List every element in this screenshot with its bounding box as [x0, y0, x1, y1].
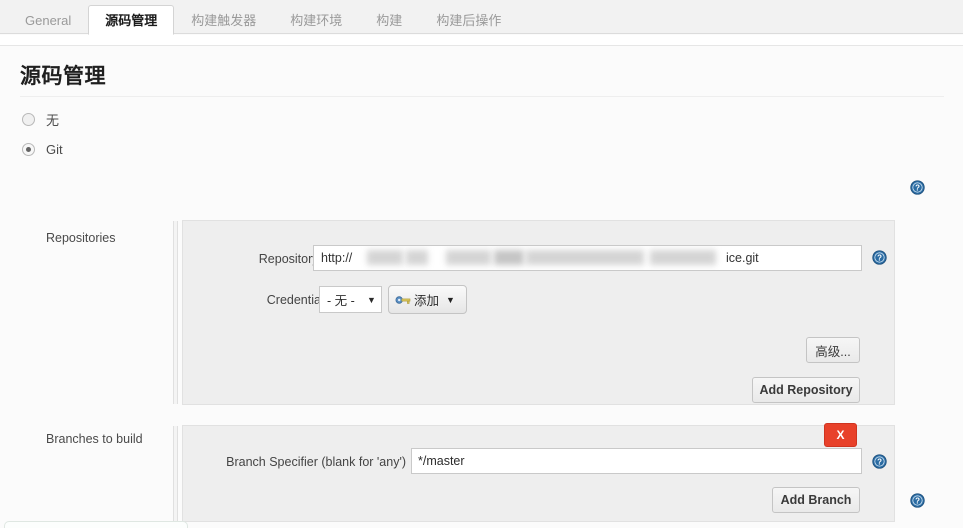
repositories-panel-rail	[173, 221, 178, 404]
redaction-blob	[494, 250, 524, 265]
redaction-blob	[650, 250, 716, 265]
bottom-partial-panel	[4, 521, 188, 528]
chevron-down-icon: ▼	[446, 294, 455, 305]
redaction-blob	[526, 250, 644, 265]
repository-url-input[interactable]: http:// ice.git	[313, 245, 862, 271]
chevron-down-icon: ▼	[367, 294, 376, 305]
page-title: 源码管理	[20, 65, 106, 88]
svg-text:?: ?	[877, 254, 882, 263]
config-body: 源码管理 无 Git Repositories Repository URL h…	[0, 46, 963, 528]
svg-text:?: ?	[915, 497, 920, 506]
help-icon-repository-browser-outer[interactable]: ?	[910, 493, 925, 508]
repository-url-suffix: ice.git	[726, 251, 759, 265]
svg-text:?: ?	[915, 184, 920, 193]
key-icon	[395, 295, 411, 304]
credentials-select-value: - 无 -	[327, 294, 355, 308]
redaction-blob	[367, 250, 403, 265]
radio-git[interactable]	[22, 142, 35, 156]
advanced-button[interactable]: 高级...	[806, 337, 860, 363]
branch-specifier-input[interactable]	[411, 448, 862, 474]
repository-url-prefix: http://	[321, 251, 353, 265]
tab-build[interactable]: 构建	[359, 6, 419, 34]
scm-option-none-label: 无	[46, 112, 60, 128]
scm-option-git[interactable]: Git	[22, 140, 63, 158]
add-branch-button[interactable]: Add Branch	[772, 487, 860, 513]
page-title-divider	[20, 96, 944, 97]
credentials-label: Credentials	[266, 293, 330, 307]
scm-option-git-label: Git	[46, 141, 63, 157]
tab-build-triggers[interactable]: 构建触发器	[174, 6, 273, 34]
tab-general[interactable]: General	[8, 6, 88, 34]
branches-section-label: Branches to build	[46, 432, 143, 446]
branch-specifier-label: Branch Specifier (blank for 'any')	[226, 455, 406, 469]
redaction-blob	[446, 250, 491, 265]
add-credentials-label: 添加	[414, 294, 440, 308]
help-icon-repository-url[interactable]: ?	[872, 250, 887, 265]
tab-post-build-actions[interactable]: 构建后操作	[419, 6, 518, 34]
add-repository-button[interactable]: Add Repository	[752, 377, 860, 403]
help-icon-branch-specifier[interactable]: ?	[872, 454, 887, 469]
redaction-blob	[406, 250, 428, 265]
branches-panel-rail	[173, 426, 178, 521]
tab-source-code-management[interactable]: 源码管理	[88, 5, 175, 35]
jenkins-job-config-page: General 源码管理 构建触发器 构建环境 构建 构建后操作 源码管理 无 …	[0, 0, 963, 528]
config-tab-bar: General 源码管理 构建触发器 构建环境 构建 构建后操作	[0, 0, 963, 35]
add-credentials-button[interactable]: 添加 ▼	[388, 285, 467, 314]
scm-option-none[interactable]: 无	[22, 110, 59, 128]
svg-text:?: ?	[877, 458, 882, 467]
radio-none[interactable]	[22, 112, 35, 126]
delete-branch-button[interactable]: X	[824, 423, 857, 447]
tab-build-environment[interactable]: 构建环境	[273, 6, 359, 34]
credentials-select[interactable]: - 无 - ▼	[319, 286, 382, 313]
help-icon-repositories[interactable]: ?	[910, 180, 925, 195]
repositories-section-label: Repositories	[46, 231, 116, 245]
